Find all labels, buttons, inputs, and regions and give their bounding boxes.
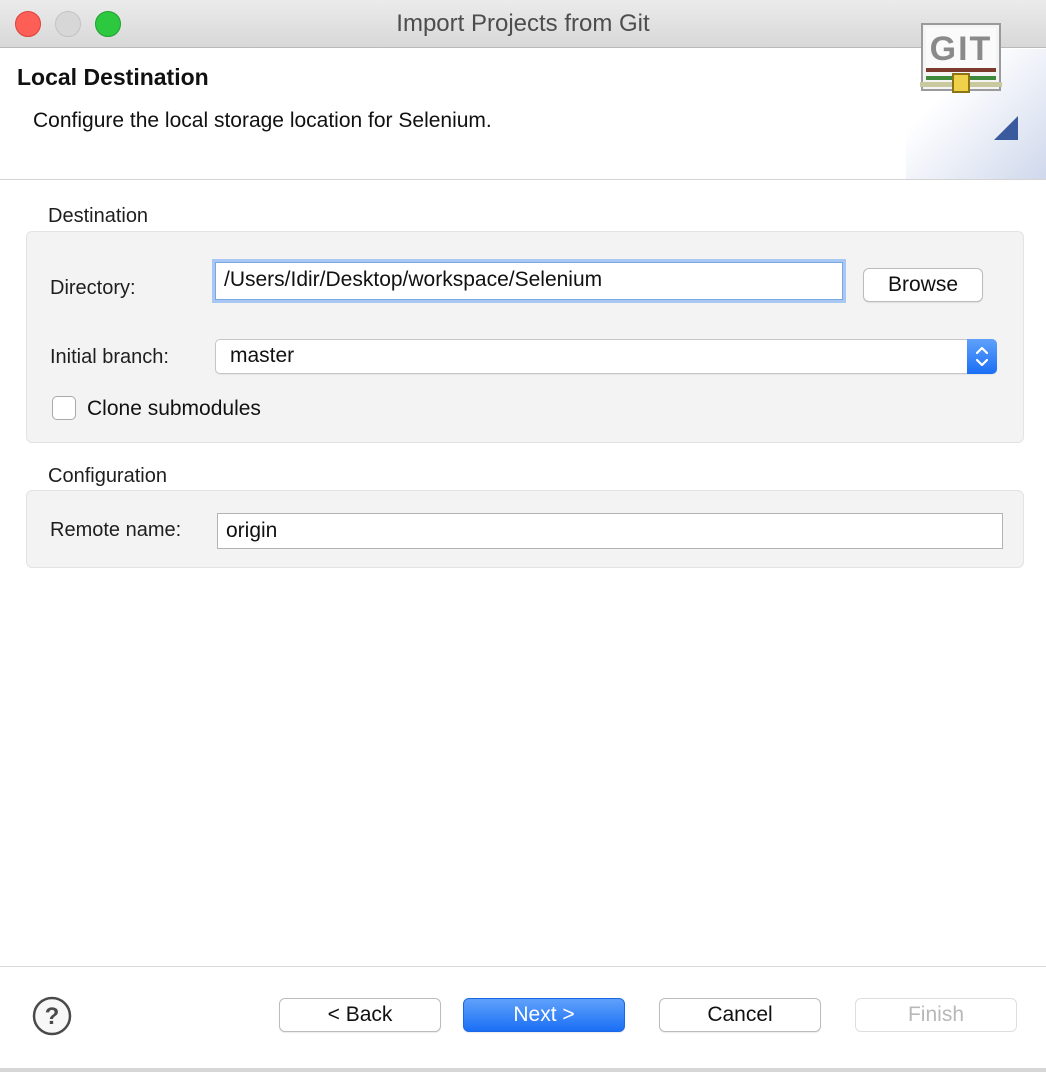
configuration-group-label: Configuration (48, 465, 167, 487)
page-title: Local Destination (17, 64, 209, 90)
up-down-chevron-icon[interactable] (967, 339, 997, 374)
directory-input[interactable]: /Users/Idir/Desktop/workspace/Selenium (215, 262, 843, 300)
window-bottom-edge (0, 1068, 1046, 1072)
git-logo-text: GIT (930, 30, 993, 68)
window-title: Import Projects from Git (396, 10, 650, 37)
browse-button[interactable]: Browse (863, 268, 983, 302)
remote-name-label: Remote name: (50, 519, 182, 541)
page-description: Configure the local storage location for… (33, 109, 492, 132)
back-button[interactable]: < Back (279, 998, 441, 1032)
initial-branch-label: Initial branch: (50, 346, 169, 368)
initial-branch-select[interactable]: master (215, 339, 997, 374)
wizard-header: Local Destination Configure the local st… (0, 49, 1046, 180)
svg-text:?: ? (45, 1003, 60, 1030)
directory-label: Directory: (50, 277, 136, 299)
next-button[interactable]: Next > (463, 998, 625, 1032)
window-titlebar: Import Projects from Git (0, 0, 1046, 48)
clone-submodules-checkbox[interactable] (52, 396, 76, 420)
cancel-button[interactable]: Cancel (659, 998, 821, 1032)
remote-name-input[interactable]: origin (217, 513, 1003, 549)
initial-branch-value: master (230, 344, 295, 367)
clone-submodules-label[interactable]: Clone submodules (87, 397, 261, 421)
footer-divider (0, 966, 1046, 967)
git-logo-icon: GIT (920, 23, 1018, 140)
destination-group-label: Destination (48, 205, 149, 227)
help-icon[interactable]: ? (32, 996, 72, 1036)
finish-button: Finish (855, 998, 1017, 1032)
